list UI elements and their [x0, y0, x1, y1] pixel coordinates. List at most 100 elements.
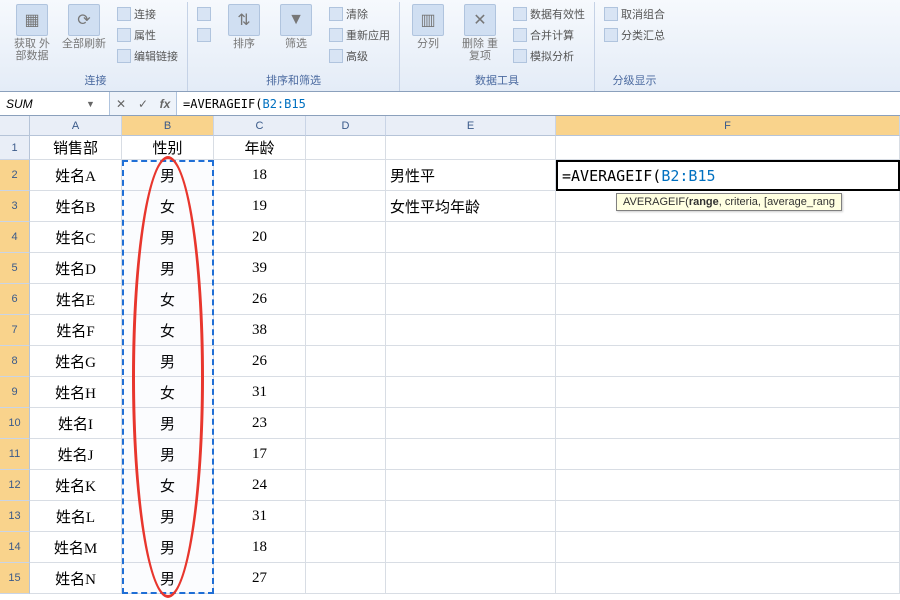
cell[interactable]	[306, 222, 386, 253]
cell[interactable]: 姓名J	[30, 439, 122, 470]
cell[interactable]: 26	[214, 346, 306, 377]
cell[interactable]: 26	[214, 284, 306, 315]
cell[interactable]	[556, 408, 900, 439]
cell[interactable]: 姓名L	[30, 501, 122, 532]
cell[interactable]	[556, 253, 900, 284]
cell[interactable]: 女性平均年龄	[386, 191, 556, 222]
connections-item[interactable]: 连接	[114, 4, 181, 24]
cell[interactable]: 23	[214, 408, 306, 439]
cell[interactable]: 女	[122, 191, 214, 222]
get-external-data-button[interactable]: ▦ 获取 外部数据	[10, 4, 54, 62]
cell[interactable]	[386, 346, 556, 377]
subtotal-item[interactable]: 分类汇总	[601, 25, 668, 45]
cell[interactable]	[556, 346, 900, 377]
col-header-c[interactable]: C	[214, 116, 306, 136]
name-box-dropdown-icon[interactable]: ▼	[86, 99, 95, 109]
cell[interactable]: 姓名M	[30, 532, 122, 563]
cell[interactable]	[386, 563, 556, 594]
cell[interactable]: 27	[214, 563, 306, 594]
cell[interactable]: 男	[122, 346, 214, 377]
cell[interactable]: 姓名C	[30, 222, 122, 253]
col-header-f[interactable]: F	[556, 116, 900, 136]
cell[interactable]: 姓名I	[30, 408, 122, 439]
cell[interactable]	[306, 501, 386, 532]
cell[interactable]: 18	[214, 532, 306, 563]
whatif-item[interactable]: 模拟分析	[510, 46, 588, 66]
row-header[interactable]: 2	[0, 160, 30, 191]
cell[interactable]: 19	[214, 191, 306, 222]
confirm-formula-button[interactable]: ✓	[132, 97, 154, 111]
cell[interactable]	[306, 470, 386, 501]
row-header[interactable]: 7	[0, 315, 30, 346]
cell[interactable]: 女	[122, 315, 214, 346]
cell[interactable]: 男	[122, 439, 214, 470]
cell[interactable]	[306, 563, 386, 594]
cell[interactable]: 18	[214, 160, 306, 191]
cell[interactable]: 姓名N	[30, 563, 122, 594]
cancel-formula-button[interactable]: ✕	[110, 97, 132, 111]
reapply-item[interactable]: 重新应用	[326, 25, 393, 45]
cell[interactable]	[306, 191, 386, 222]
cell[interactable]: 女	[122, 377, 214, 408]
cell[interactable]: 性别	[122, 136, 214, 160]
cell[interactable]: 39	[214, 253, 306, 284]
cell[interactable]: 销售部	[30, 136, 122, 160]
advanced-item[interactable]: 高级	[326, 46, 393, 66]
cell[interactable]	[306, 532, 386, 563]
row-header[interactable]: 15	[0, 563, 30, 594]
cell[interactable]	[306, 160, 386, 191]
cell[interactable]	[306, 136, 386, 160]
cells-area[interactable]: 销售部 性别 年龄 姓名A 男 18 男性平 姓名B 女 19 女性平均年龄 姓…	[30, 136, 900, 594]
row-header[interactable]: 10	[0, 408, 30, 439]
cell[interactable]: 38	[214, 315, 306, 346]
cell[interactable]: 20	[214, 222, 306, 253]
cell[interactable]	[306, 284, 386, 315]
cell[interactable]	[306, 315, 386, 346]
name-box-input[interactable]	[6, 97, 86, 111]
filter-button[interactable]: ▼ 筛选	[274, 4, 318, 50]
sort-button[interactable]: ⇅ 排序	[222, 4, 266, 50]
cell[interactable]: 男	[122, 408, 214, 439]
cell[interactable]	[386, 501, 556, 532]
col-header-a[interactable]: A	[30, 116, 122, 136]
select-all-corner[interactable]	[0, 116, 30, 136]
cell[interactable]	[556, 501, 900, 532]
data-validation-item[interactable]: 数据有效性	[510, 4, 588, 24]
cell[interactable]: 姓名A	[30, 160, 122, 191]
edit-links-item[interactable]: 编辑链接	[114, 46, 181, 66]
col-header-b[interactable]: B	[122, 116, 214, 136]
cell[interactable]	[556, 439, 900, 470]
cell[interactable]: 17	[214, 439, 306, 470]
row-header[interactable]: 11	[0, 439, 30, 470]
cell[interactable]	[386, 222, 556, 253]
cell[interactable]: 31	[214, 501, 306, 532]
cell[interactable]: 男	[122, 222, 214, 253]
row-header[interactable]: 1	[0, 136, 30, 160]
cell[interactable]	[556, 532, 900, 563]
cell[interactable]	[386, 315, 556, 346]
cell[interactable]	[386, 377, 556, 408]
row-header[interactable]: 12	[0, 470, 30, 501]
row-header[interactable]: 14	[0, 532, 30, 563]
text-to-columns-button[interactable]: ▥ 分列	[406, 4, 450, 50]
row-header[interactable]: 13	[0, 501, 30, 532]
row-header[interactable]: 9	[0, 377, 30, 408]
cell[interactable]: 年龄	[214, 136, 306, 160]
cell[interactable]: 姓名F	[30, 315, 122, 346]
properties-item[interactable]: 属性	[114, 25, 181, 45]
cell[interactable]	[306, 439, 386, 470]
ungroup-item[interactable]: 取消组合	[601, 4, 668, 24]
cell[interactable]	[306, 408, 386, 439]
refresh-all-button[interactable]: ⟳ 全部刷新	[62, 4, 106, 50]
cell[interactable]	[386, 470, 556, 501]
cell[interactable]	[386, 408, 556, 439]
cell[interactable]: 姓名E	[30, 284, 122, 315]
cell[interactable]	[556, 284, 900, 315]
cell[interactable]	[556, 470, 900, 501]
cell[interactable]	[556, 136, 900, 160]
cell[interactable]	[386, 284, 556, 315]
row-header[interactable]: 3	[0, 191, 30, 222]
cell[interactable]	[386, 439, 556, 470]
cell[interactable]	[306, 346, 386, 377]
cell[interactable]	[556, 563, 900, 594]
